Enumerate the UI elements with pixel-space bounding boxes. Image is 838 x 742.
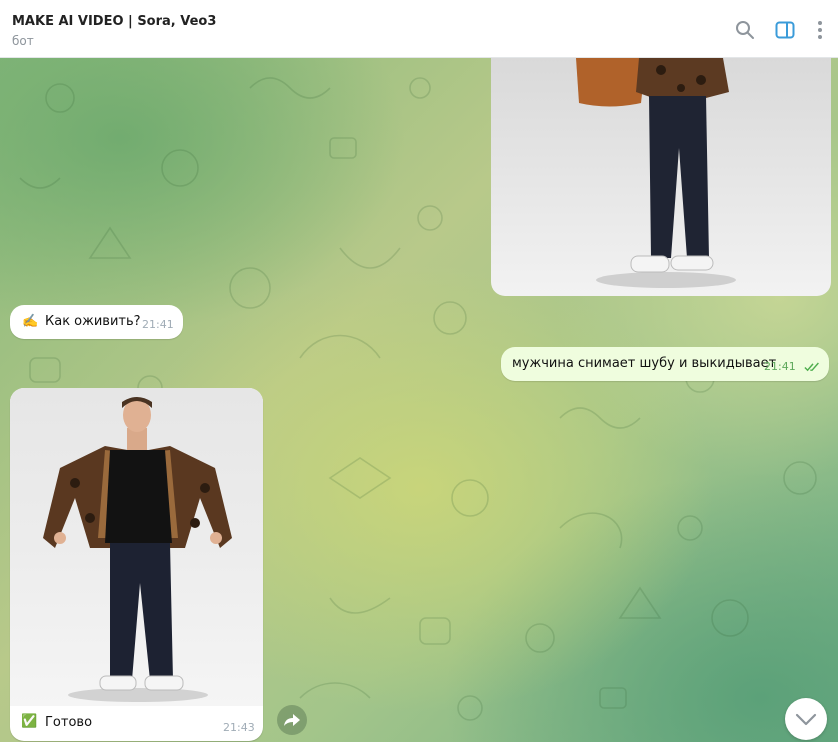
- message-time: 21:43: [223, 721, 255, 734]
- caption-emoji: ✅: [21, 714, 38, 729]
- incoming-message[interactable]: ✍️ Как оживить? 21:41: [10, 305, 183, 339]
- chat-header: MAKE AI VIDEO | Sora, Veo3 бот: [0, 0, 838, 58]
- sidebar-toggle-icon: [775, 21, 795, 39]
- more-button[interactable]: [808, 18, 832, 42]
- message-emoji: ✍️: [22, 314, 39, 329]
- message-time: 21:41: [142, 318, 174, 331]
- scroll-to-bottom-button[interactable]: [785, 698, 827, 740]
- forward-button[interactable]: [277, 705, 307, 735]
- photo-caption-message[interactable]: ✅ Готово 21:43: [10, 388, 263, 741]
- search-icon: [736, 21, 754, 39]
- double-check-icon: [804, 362, 819, 372]
- forward-arrow-icon: [284, 714, 300, 726]
- message-time: 21:41: [764, 360, 796, 373]
- chat-title[interactable]: MAKE AI VIDEO | Sora, Veo3: [12, 14, 216, 29]
- sidebar-toggle-button[interactable]: [773, 18, 797, 42]
- search-button[interactable]: [733, 18, 757, 42]
- chevron-down-icon: [795, 713, 817, 726]
- man-in-fur-coat-photo: [576, 58, 736, 288]
- more-vertical-icon: [818, 21, 822, 39]
- message-text: Как оживить?: [45, 314, 141, 329]
- message-text: мужчина снимает шубу и выкидывает: [512, 356, 777, 371]
- bot-photo-message[interactable]: [491, 58, 831, 296]
- caption-text: Готово: [45, 715, 93, 730]
- message-photo[interactable]: [10, 388, 263, 706]
- man-opening-fur-coat-photo: [43, 397, 232, 702]
- outgoing-message[interactable]: мужчина снимает шубу и выкидывает 21:41: [501, 347, 829, 381]
- chat-subtitle: бот: [12, 34, 34, 48]
- chat-area[interactable]: ✍️ Как оживить? 21:41 мужчина снимает шу…: [0, 58, 838, 742]
